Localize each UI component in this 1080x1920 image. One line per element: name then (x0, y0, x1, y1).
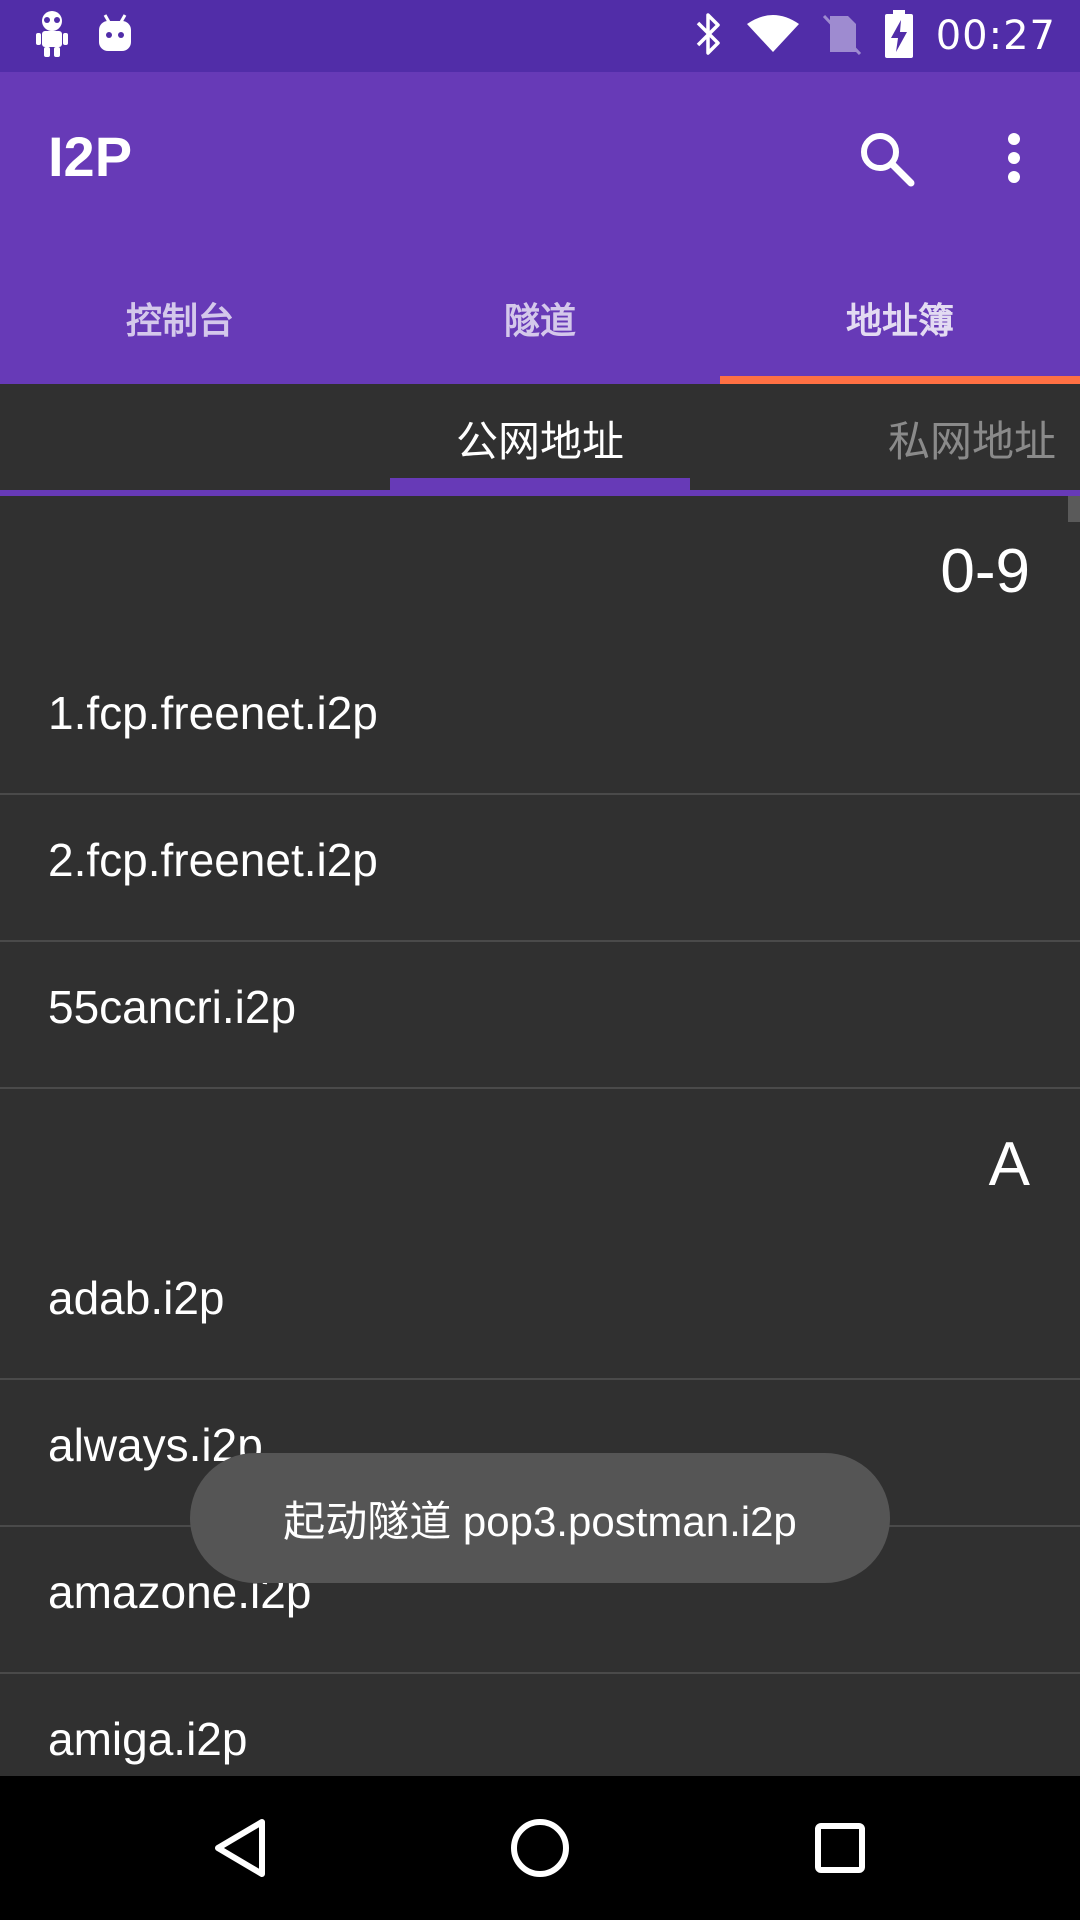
android-robot-icon (34, 9, 70, 63)
bluetooth-icon (694, 11, 724, 61)
back-button[interactable] (190, 1798, 290, 1898)
android-debug-icon (96, 13, 134, 59)
app-bar: I2P 控制台 隧道 地址簿 (0, 72, 1080, 384)
sub-tab-indicator (390, 478, 690, 490)
list-item[interactable]: 55cancri.i2p (0, 942, 1080, 1089)
address-list[interactable]: 0-9 1.fcp.freenet.i2p 2.fcp.freenet.i2p … (0, 496, 1080, 1776)
list-item-label: adab.i2p (48, 1272, 225, 1324)
home-icon (511, 1819, 569, 1877)
search-button[interactable] (850, 122, 922, 194)
app-title: I2P (48, 125, 133, 188)
list-item[interactable]: 2.fcp.freenet.i2p (0, 795, 1080, 942)
overflow-menu-button[interactable] (978, 122, 1050, 194)
home-button[interactable] (490, 1798, 590, 1898)
list-item[interactable]: 1.fcp.freenet.i2p (0, 648, 1080, 795)
recents-button[interactable] (790, 1798, 890, 1898)
back-icon (215, 1819, 265, 1877)
section-header-a: A (0, 1089, 1080, 1233)
list-item-label: amiga.i2p (48, 1713, 248, 1765)
recents-icon (815, 1823, 865, 1873)
list-item[interactable]: amiga.i2p (0, 1674, 1080, 1776)
more-vert-icon (1008, 133, 1020, 183)
list-item-label: 2.fcp.freenet.i2p (48, 834, 378, 886)
list-item-label: 1.fcp.freenet.i2p (48, 687, 378, 739)
sub-tab-private-addresses[interactable]: 私网地址 (888, 408, 1056, 469)
tab-indicator (720, 376, 1080, 384)
section-header-label: 0-9 (940, 537, 1030, 606)
list-item-label: 55cancri.i2p (48, 981, 297, 1033)
toast-message: 起动隧道 pop3.postman.i2p (190, 1453, 890, 1583)
list-item[interactable]: adab.i2p (0, 1233, 1080, 1380)
status-time: 00:27 (935, 13, 1056, 59)
wifi-icon (746, 14, 800, 58)
section-header-0-9: 0-9 (0, 496, 1080, 648)
navigation-bar (0, 1776, 1080, 1920)
sub-tab-public-addresses[interactable]: 公网地址 (390, 408, 690, 469)
status-notifications (34, 10, 134, 62)
status-system-icons: 00:27 (694, 0, 1056, 72)
tab-tunnels[interactable]: 隧道 (360, 252, 720, 384)
main-tabs: 控制台 隧道 地址簿 (0, 252, 1080, 384)
section-header-label: A (988, 1130, 1030, 1199)
battery-charging-icon (884, 10, 914, 62)
search-icon (861, 133, 915, 187)
tab-addressbook[interactable]: 地址簿 (720, 252, 1080, 384)
no-sim-icon (822, 12, 862, 60)
status-bar: 00:27 (0, 0, 1080, 72)
tab-console[interactable]: 控制台 (0, 252, 360, 384)
